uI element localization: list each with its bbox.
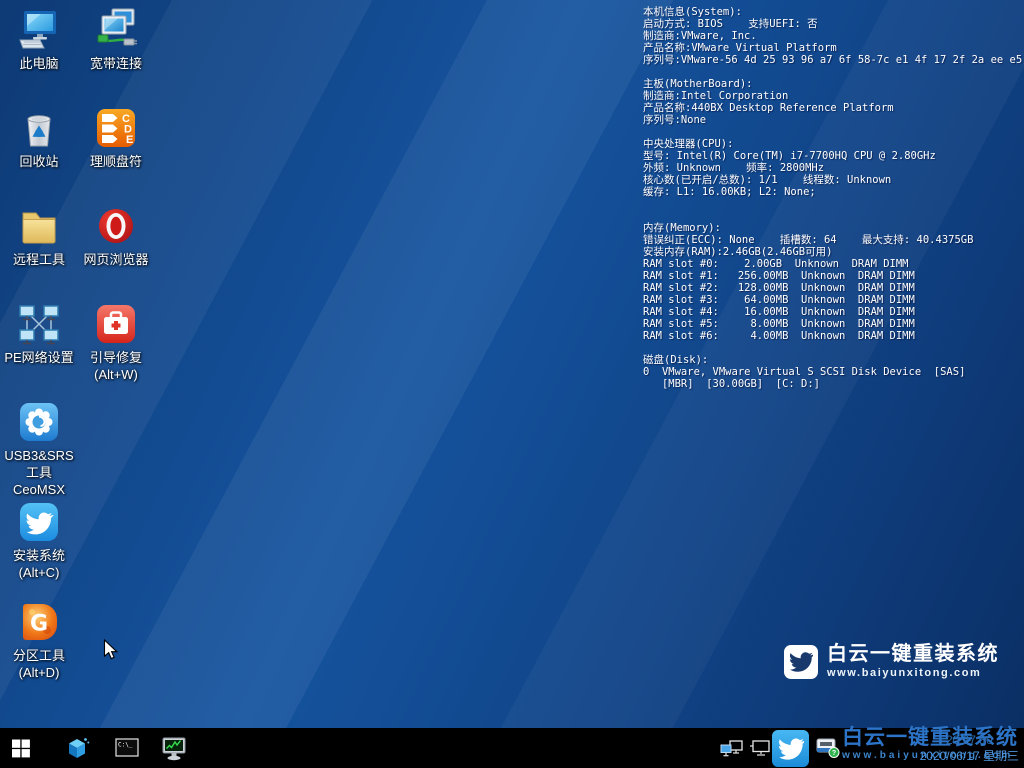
twitter-bird-icon bbox=[784, 645, 818, 679]
taskbar-clock[interactable]: 20:27:30 2020/06/17 星期三 bbox=[920, 732, 1019, 764]
desktop-icon-partition-tool[interactable]: G 分区工具(Alt+D) bbox=[1, 600, 77, 681]
desktop-icon-recycle-bin[interactable]: 回收站 bbox=[1, 106, 77, 170]
desktop-icon-broadband[interactable]: 宽带连接 bbox=[78, 8, 154, 72]
start-button[interactable] bbox=[10, 738, 32, 758]
desktop-icon-label: 此电脑 bbox=[1, 55, 77, 72]
command-prompt-icon: C:\_ bbox=[115, 738, 139, 758]
windows-logo-icon bbox=[11, 738, 31, 758]
desktop-icon-label: 理顺盘符 bbox=[78, 153, 154, 170]
first-aid-kit-icon bbox=[94, 302, 138, 346]
system-info-text: 本机信息(System): 启动方式: BIOS 支持UEFI: 否 制造商:V… bbox=[643, 6, 1022, 390]
diskgenius-icon: G bbox=[17, 600, 61, 644]
svg-text:G: G bbox=[30, 612, 48, 637]
desktop-icon-pe-network[interactable]: PE网络设置 bbox=[1, 302, 77, 366]
twitter-bird-icon bbox=[778, 736, 804, 762]
watermark-text: 白云一键重装系统 www.baiyunxitong.com bbox=[827, 642, 999, 679]
desktop-icon-install-system[interactable]: 安装系统(Alt+C) bbox=[1, 500, 77, 581]
desktop-icon-label: 网页浏览器 bbox=[78, 251, 154, 268]
svg-text:C:\_: C:\_ bbox=[118, 742, 133, 749]
desktop-icon-label: 工具CeoMSX bbox=[1, 464, 77, 498]
desktop-icon-remote-tools[interactable]: 远程工具 bbox=[1, 204, 77, 268]
watermark: 白云一键重装系统 www.baiyunxitong.com bbox=[784, 642, 999, 679]
clock-time: 20:27:30 bbox=[920, 732, 1019, 748]
desktop-icon-web-browser[interactable]: 网页浏览器 bbox=[78, 204, 154, 268]
taskbar-app-pe-toolbox[interactable] bbox=[65, 736, 91, 760]
folder-icon bbox=[17, 204, 61, 248]
hardware-monitor-icon bbox=[161, 737, 188, 761]
desktop-icon-label: 回收站 bbox=[1, 153, 77, 170]
desktop-icon-this-pc[interactable]: 此电脑 bbox=[1, 8, 77, 72]
desktop-icon-boot-repair[interactable]: 引导修复(Alt+W) bbox=[78, 302, 154, 383]
desktop: 此电脑 宽带连接 回收站 C D E 理顺盘符 远程工具 网页浏览器 PE网络设置… bbox=[0, 0, 1024, 768]
svg-text:E: E bbox=[126, 134, 133, 146]
tray-display-icon[interactable] bbox=[748, 739, 771, 757]
tray-lan-adapter-icon[interactable]: ? bbox=[814, 736, 841, 759]
watermark-title: 白云一键重装系统 bbox=[827, 642, 999, 666]
desktop-icon-label: 远程工具 bbox=[1, 251, 77, 268]
svg-text:?: ? bbox=[831, 750, 835, 757]
desktop-icon-label: (Alt+D) bbox=[1, 664, 77, 681]
taskbar-app-hw-monitor[interactable] bbox=[160, 736, 188, 761]
clock-date: 2020/06/17 星期三 bbox=[920, 748, 1019, 764]
desktop-icon-usb3-srs[interactable]: USB3&SRS工具CeoMSX bbox=[1, 400, 77, 498]
blue-cube-icon bbox=[66, 736, 90, 760]
desktop-icon-label: PE网络设置 bbox=[1, 349, 77, 366]
recycle-bin-icon bbox=[17, 106, 61, 150]
desktop-icon-drive-letters[interactable]: C D E 理顺盘符 bbox=[78, 106, 154, 170]
desktop-icon-label: 引导修复 bbox=[78, 349, 154, 366]
gear-flower-icon bbox=[17, 400, 61, 444]
desktop-icon-label: USB3&SRS bbox=[1, 447, 77, 464]
desktop-icon-label: (Alt+W) bbox=[78, 366, 154, 383]
taskbar-app-baiyun[interactable] bbox=[772, 730, 809, 767]
desktop-icon-label: 宽带连接 bbox=[78, 55, 154, 72]
network-topology-icon bbox=[17, 302, 61, 346]
opera-browser-icon bbox=[94, 204, 138, 248]
desktop-icon-label: (Alt+C) bbox=[1, 564, 77, 581]
computer-monitor-icon bbox=[17, 8, 61, 52]
lan-adapter-question-icon: ? bbox=[815, 737, 841, 759]
mouse-cursor bbox=[103, 639, 121, 661]
watermark-url: www.baiyunxitong.com bbox=[827, 667, 999, 679]
taskbar: C:\_ 白云一键重装系统 www.baiyunxitong.com bbox=[0, 728, 1024, 768]
desktop-icon-label: 分区工具 bbox=[1, 647, 77, 664]
twitter-bird-icon bbox=[17, 500, 61, 544]
taskbar-app-cmd[interactable]: C:\_ bbox=[114, 738, 140, 758]
broadband-connection-icon bbox=[94, 8, 138, 52]
tray-network-computers-icon[interactable] bbox=[719, 739, 743, 757]
drive-letters-icon: C D E bbox=[94, 106, 138, 150]
desktop-icon-label: 安装系统 bbox=[1, 547, 77, 564]
